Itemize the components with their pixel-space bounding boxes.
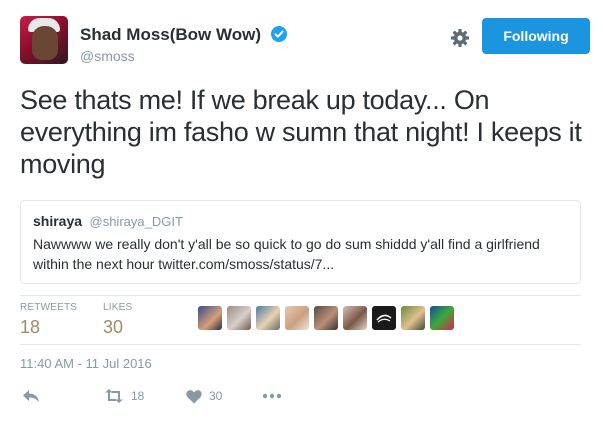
more-icon xyxy=(262,393,282,399)
avatar[interactable] xyxy=(20,16,68,64)
logo-avatar-icon xyxy=(376,314,392,323)
quoted-tweet-author: shiraya @shiraya_DGIT xyxy=(33,213,568,231)
divider-bottom xyxy=(20,344,581,345)
retweet-icon xyxy=(105,389,123,403)
retweets-label: RETWEETS xyxy=(20,302,78,313)
gear-icon[interactable] xyxy=(450,28,470,48)
retweets-stat[interactable]: RETWEETS 18 xyxy=(20,302,77,338)
liker-avatar[interactable] xyxy=(343,306,367,330)
display-name-text[interactable]: Shad Moss(Bow Wow) xyxy=(80,25,261,44)
tweet-header: Shad Moss(Bow Wow) @smoss Following xyxy=(20,16,590,72)
avatar-face xyxy=(32,26,58,60)
quoted-tweet-text: Nawwww we really don't y'all be so quick… xyxy=(33,236,540,272)
display-name[interactable]: Shad Moss(Bow Wow) xyxy=(80,25,287,45)
quoted-tweet-handle: @shiraya_DGIT xyxy=(89,214,183,229)
liker-avatar[interactable] xyxy=(227,306,251,330)
liker-avatar[interactable] xyxy=(314,306,338,330)
tweet-text: See thats me! If we break up today... On… xyxy=(20,85,582,179)
tweet-timestamp[interactable]: 11:40 AM - 11 Jul 2016 xyxy=(20,356,152,371)
quoted-tweet-name: shiraya xyxy=(33,213,83,229)
liker-avatar[interactable] xyxy=(430,306,454,330)
retweet-count: 18 xyxy=(131,389,145,403)
quoted-tweet[interactable]: shiraya @shiraya_DGIT Nawwww we really d… xyxy=(20,200,581,284)
likes-label: LIKES xyxy=(103,302,133,313)
reply-button[interactable] xyxy=(22,386,40,406)
like-button[interactable]: 30 xyxy=(186,386,222,406)
liker-avatar[interactable] xyxy=(256,306,280,330)
likes-stat[interactable]: LIKES 30 xyxy=(103,302,132,338)
liker-avatar[interactable] xyxy=(198,306,222,330)
liker-avatar[interactable] xyxy=(401,306,425,330)
liker-avatar[interactable] xyxy=(285,306,309,330)
heart-icon xyxy=(186,389,202,403)
retweet-button[interactable]: 18 xyxy=(104,386,144,406)
divider-top xyxy=(20,295,581,296)
like-count: 30 xyxy=(209,389,223,403)
liker-avatar[interactable] xyxy=(372,306,396,330)
verified-badge-icon xyxy=(270,26,287,42)
following-button[interactable]: Following xyxy=(482,18,590,54)
more-button[interactable] xyxy=(262,386,282,406)
retweets-value: 18 xyxy=(20,317,41,337)
reply-icon xyxy=(23,390,39,402)
user-handle[interactable]: @smoss xyxy=(80,48,135,64)
likes-value: 30 xyxy=(103,317,124,337)
